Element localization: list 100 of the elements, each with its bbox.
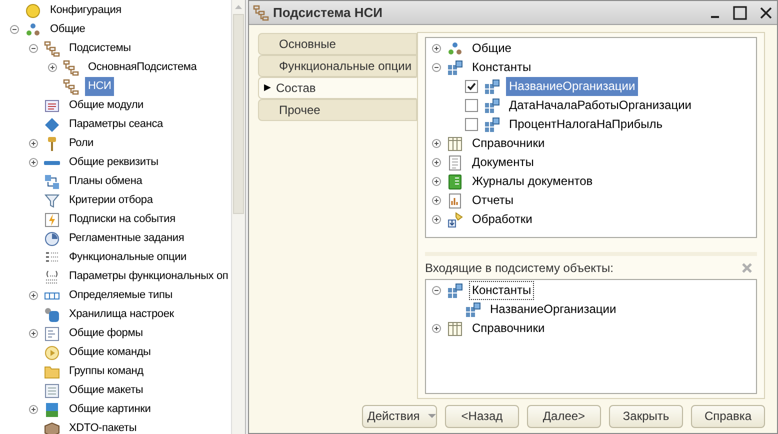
hierarchy-icon bbox=[253, 4, 269, 20]
hierarchy-icon bbox=[63, 78, 79, 94]
tree-item[interactable]: XDTO-пакеты bbox=[66, 419, 140, 434]
expand-icon[interactable] bbox=[432, 324, 441, 333]
tree-item[interactable]: Документы bbox=[469, 153, 537, 172]
collapse-icon[interactable] bbox=[432, 63, 441, 72]
tree-item[interactable]: ДатаНачалаРаботыОрганизации bbox=[506, 96, 695, 115]
table-icon bbox=[447, 136, 463, 152]
dots-icon bbox=[25, 22, 41, 38]
tree-item[interactable]: Определяемые типы bbox=[66, 286, 176, 305]
play-icon bbox=[44, 344, 60, 360]
button[interactable]: <Назад bbox=[445, 404, 519, 428]
tree-item[interactable]: ОсновнаяПодсистема bbox=[85, 58, 200, 77]
tree-item[interactable]: Константы bbox=[469, 58, 534, 77]
tab[interactable]: Основные bbox=[258, 33, 417, 55]
tree-item[interactable]: Конфигурация bbox=[47, 1, 124, 20]
tree-item[interactable]: Справочники bbox=[469, 319, 548, 338]
module-icon bbox=[44, 98, 60, 114]
tree-item[interactable]: Функциональные опции bbox=[66, 248, 190, 267]
tree-item[interactable]: Общие реквизиты bbox=[66, 153, 162, 172]
blocks-icon bbox=[447, 60, 463, 76]
caret-icon bbox=[428, 414, 436, 418]
close-icon[interactable] bbox=[759, 6, 773, 20]
button[interactable]: Справка bbox=[691, 404, 765, 428]
expand-icon[interactable] bbox=[29, 405, 38, 414]
blocks-icon bbox=[484, 78, 500, 94]
tree-item[interactable]: Подписки на события bbox=[66, 210, 178, 229]
processing-icon bbox=[447, 212, 463, 228]
expand-icon[interactable] bbox=[432, 158, 441, 167]
tree-item[interactable]: НазваниеОрганизации bbox=[506, 77, 638, 96]
database-icon bbox=[44, 306, 60, 322]
maximize-icon[interactable] bbox=[733, 6, 747, 20]
checkbox[interactable] bbox=[465, 118, 478, 131]
scrollbar[interactable] bbox=[231, 0, 245, 434]
clock-icon bbox=[44, 230, 60, 246]
collapse-icon[interactable] bbox=[432, 286, 441, 295]
expand-icon[interactable] bbox=[29, 291, 38, 300]
button[interactable]: Далее> bbox=[527, 404, 601, 428]
tree-item[interactable]: Константы bbox=[469, 281, 534, 300]
tree-item[interactable]: Общие команды bbox=[66, 343, 154, 362]
tree-item[interactable]: Журналы документов bbox=[469, 172, 596, 191]
lightning-icon bbox=[44, 212, 60, 228]
tree-item[interactable]: Планы обмена bbox=[66, 172, 146, 191]
tree-item[interactable]: Общие bbox=[469, 39, 514, 58]
expand-icon[interactable] bbox=[29, 158, 38, 167]
expand-icon[interactable] bbox=[432, 196, 441, 205]
filter-icon bbox=[44, 192, 60, 208]
exchange-icon bbox=[44, 174, 60, 190]
tree-item[interactable]: Параметры сеанса bbox=[66, 115, 166, 134]
tree-item[interactable]: Справочники bbox=[469, 134, 548, 153]
tree-item[interactable]: Общие модули bbox=[66, 96, 147, 115]
tree-item[interactable]: НСИ bbox=[85, 77, 114, 96]
parentheses-icon bbox=[44, 268, 60, 284]
tree-item[interactable]: Параметры функциональных оп bbox=[66, 267, 231, 286]
expand-icon[interactable] bbox=[29, 329, 38, 338]
expand-icon[interactable] bbox=[432, 177, 441, 186]
tab[interactable]: Функциональные опции bbox=[258, 55, 417, 77]
expand-icon[interactable] bbox=[48, 63, 57, 72]
selected-marker: ▶ bbox=[264, 81, 271, 94]
blocks-icon bbox=[484, 116, 500, 132]
tree-item[interactable]: Регламентные задания bbox=[66, 229, 188, 248]
tree-item[interactable]: НазваниеОрганизации bbox=[487, 300, 620, 319]
diamond-icon bbox=[44, 116, 60, 132]
expand-icon[interactable] bbox=[29, 139, 38, 148]
expand-icon[interactable] bbox=[432, 215, 441, 224]
tree-item[interactable]: Роли bbox=[66, 134, 96, 153]
hierarchy-icon bbox=[63, 60, 79, 76]
checkbox[interactable] bbox=[465, 80, 478, 93]
checkbox[interactable] bbox=[465, 99, 478, 112]
tab[interactable]: Прочее bbox=[258, 99, 417, 121]
tree-item[interactable]: Общие макеты bbox=[66, 381, 146, 400]
chart-icon bbox=[447, 192, 463, 208]
tree-item[interactable]: Общие картинки bbox=[66, 400, 154, 419]
tab[interactable]: ▶ Состав bbox=[258, 77, 417, 99]
tree-item[interactable]: Критерии отбора bbox=[66, 191, 156, 210]
section-label: Входящие в подсистему объекты: bbox=[425, 260, 614, 277]
tree-item[interactable]: Хранилища настроек bbox=[66, 305, 177, 324]
tree-item[interactable]: ПроцентНалогаНаПрибыль bbox=[506, 115, 666, 134]
journal-icon bbox=[447, 174, 463, 190]
tree-item[interactable]: Обработки bbox=[469, 210, 536, 229]
table-icon bbox=[447, 320, 463, 336]
button[interactable]: Закрыть bbox=[609, 404, 683, 428]
dots-icon bbox=[447, 40, 463, 56]
expand-icon[interactable] bbox=[432, 44, 441, 53]
tree-item[interactable]: Общие bbox=[47, 20, 88, 39]
form-icon bbox=[44, 326, 60, 342]
folder-icon bbox=[44, 364, 60, 380]
collapse-icon[interactable] bbox=[10, 25, 19, 34]
hierarchy-icon bbox=[44, 40, 60, 56]
tree-item[interactable]: Подсистемы bbox=[66, 39, 134, 58]
blocks-icon bbox=[465, 302, 481, 318]
image-icon bbox=[44, 402, 60, 418]
expand-icon[interactable] bbox=[432, 139, 441, 148]
layout-icon bbox=[44, 382, 60, 398]
collapse-icon[interactable] bbox=[29, 44, 38, 53]
tree-item[interactable]: Группы команд bbox=[66, 362, 146, 381]
tree-item[interactable]: Отчеты bbox=[469, 191, 516, 210]
dropdown-button[interactable]: Действия bbox=[362, 404, 437, 428]
tree-item[interactable]: Общие формы bbox=[66, 324, 146, 343]
blocks-icon bbox=[484, 98, 500, 114]
